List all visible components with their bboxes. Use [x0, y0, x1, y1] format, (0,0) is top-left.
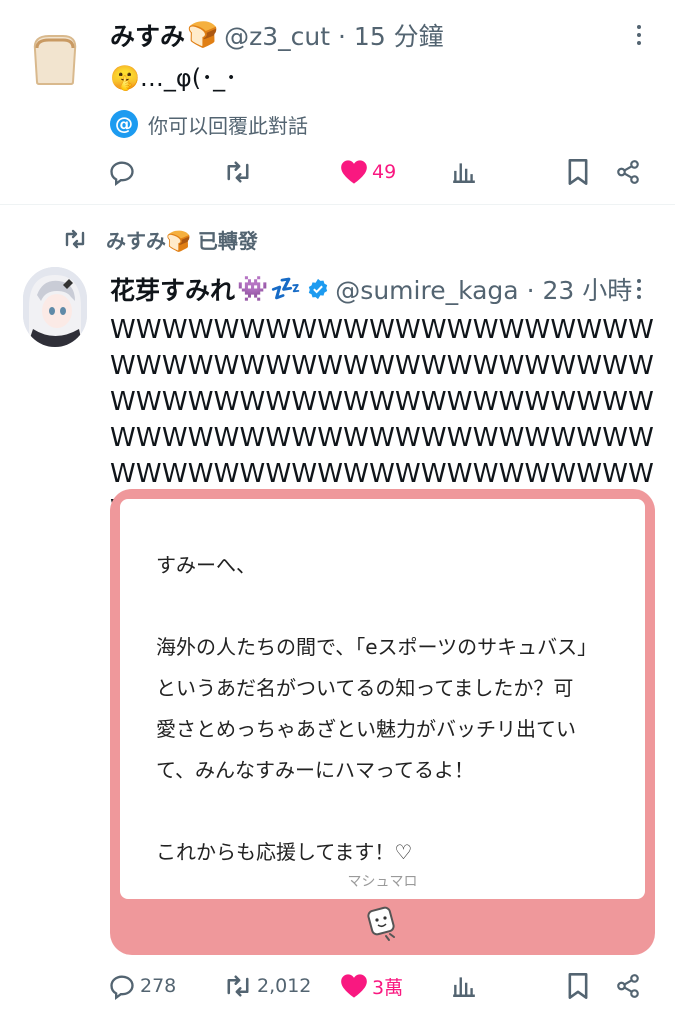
bookmark-icon	[568, 973, 588, 999]
action-bar: 49	[108, 152, 648, 192]
anime-avatar-icon	[23, 267, 87, 347]
zzz-icon: 💤	[270, 274, 302, 303]
like-count: 3萬	[372, 976, 404, 999]
views-icon	[453, 163, 475, 183]
tweet-divider	[0, 204, 675, 205]
share-button[interactable]	[615, 152, 641, 192]
like-button[interactable]: 3萬	[340, 966, 403, 1006]
marshmallow-mascot-icon	[367, 906, 395, 941]
mention-icon: @	[110, 110, 138, 138]
like-count: 49	[372, 161, 397, 183]
avatar[interactable]	[23, 26, 87, 90]
heart-icon	[341, 160, 367, 184]
retweeted-by-label: みすみ🍞 已轉發	[106, 228, 258, 253]
views-button[interactable]	[451, 966, 477, 1006]
alien-monster-icon: 👾	[237, 274, 269, 303]
retweet-button[interactable]	[223, 152, 253, 192]
heart-icon	[341, 974, 367, 998]
retweet-icon	[65, 229, 85, 249]
avatar[interactable]	[23, 267, 87, 347]
tweet-header: 花芽すみれ 👾 💤 @sumire_kaga · 23 小時	[110, 270, 632, 308]
share-icon	[617, 974, 639, 998]
more-options-icon[interactable]	[624, 20, 654, 50]
views-icon	[453, 977, 475, 997]
action-bar: 278 2,012 3萬	[108, 966, 648, 1006]
retweet-count: 2,012	[257, 975, 312, 997]
share-button[interactable]	[615, 966, 641, 1006]
share-icon	[617, 160, 639, 184]
retweeted-by-note[interactable]: みすみ🍞 已轉發	[62, 224, 258, 254]
bookmark-icon	[568, 159, 588, 185]
reply-permission-label: 你可以回覆此對話	[148, 113, 308, 138]
retweet-icon	[227, 161, 249, 183]
reply-button[interactable]: 278	[108, 966, 176, 1006]
card-message: すみーへ、 海外の人たちの間で、「eスポーツのサキュバス」 というあだ名がついて…	[156, 553, 598, 864]
tweet-header: みすみ 🍞 @z3_cut · 15 分鐘	[110, 16, 444, 54]
bookmark-button[interactable]	[566, 152, 590, 192]
display-name[interactable]: 花芽すみれ	[110, 271, 235, 307]
tweet-text: 🤫…_φ(･_･	[110, 64, 238, 92]
retweet-icon	[227, 975, 249, 997]
reply-button[interactable]	[108, 152, 136, 192]
reply-permission-note: @ 你可以回覆此對話	[110, 106, 308, 142]
tweet-1[interactable]: みすみ 🍞 @z3_cut · 15 分鐘 🤫…_φ(･_･ @ 你可以回覆此對…	[0, 0, 675, 204]
verified-badge-icon	[307, 278, 329, 300]
retweet-button[interactable]: 2,012	[223, 966, 311, 1006]
more-options-icon[interactable]	[624, 274, 654, 304]
card-brand: マシュマロ	[347, 874, 418, 890]
marshmallow-card-image[interactable]: すみーへ、 海外の人たちの間で、「eスポーツのサキュバス」 というあだ名がついて…	[110, 489, 655, 955]
reply-icon	[110, 975, 134, 1000]
like-button[interactable]: 49	[340, 152, 396, 192]
display-name[interactable]: みすみ	[110, 17, 185, 53]
handle-and-time[interactable]: @sumire_kaga · 23 小時	[335, 271, 632, 307]
bread-icon: 🍞	[187, 20, 219, 49]
handle-and-time[interactable]: @z3_cut · 15 分鐘	[224, 17, 444, 53]
views-button[interactable]	[451, 152, 477, 192]
bookmark-button[interactable]	[566, 966, 590, 1006]
reply-icon	[110, 161, 134, 186]
bread-avatar-icon	[33, 35, 77, 85]
card-message-panel: すみーへ、 海外の人たちの間で、「eスポーツのサキュバス」 というあだ名がついて…	[120, 499, 645, 899]
reply-count: 278	[140, 975, 177, 997]
